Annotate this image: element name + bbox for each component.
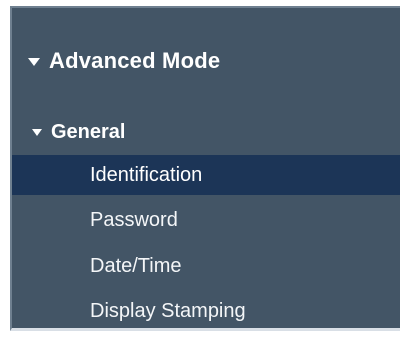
menu-item-label: Display Stamping [90,299,246,322]
general-group-label: General [51,120,126,143]
menu-item-label: Password [90,208,178,231]
navigation-panel: Advanced Mode General Identification Pas… [10,6,400,331]
caret-down-icon[interactable] [32,129,42,136]
menu-item-display-stamping[interactable]: Display Stamping [12,291,400,331]
advanced-mode-toggle[interactable]: Advanced Mode [12,41,400,81]
menu-item-password[interactable]: Password [12,200,400,240]
advanced-mode-label: Advanced Mode [49,48,221,73]
caret-down-icon[interactable] [28,57,40,66]
screenshot-frame: Advanced Mode General Identification Pas… [0,0,400,337]
menu-item-label: Date/Time [90,254,182,277]
general-group-toggle[interactable]: General [12,114,400,150]
menu-item-identification[interactable]: Identification [12,155,400,195]
menu-item-date-time[interactable]: Date/Time [12,246,400,286]
menu-item-label: Identification [90,163,203,186]
